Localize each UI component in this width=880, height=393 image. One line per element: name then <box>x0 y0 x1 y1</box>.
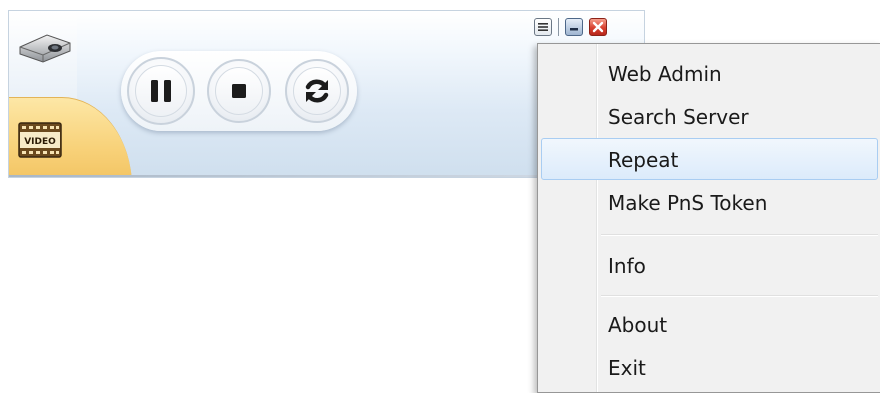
pause-button[interactable] <box>127 57 195 125</box>
context-menu: Web Admin Search Server Repeat Make PnS … <box>537 43 880 393</box>
menu-item-about[interactable]: About <box>541 303 878 345</box>
titlebar-divider <box>558 18 559 36</box>
menu-separator <box>601 295 878 297</box>
window-controls <box>534 16 607 38</box>
video-badge-text: VIDEO <box>24 137 56 147</box>
menu-item-make-pns-token[interactable]: Make PnS Token <box>541 181 878 223</box>
stop-icon <box>232 84 246 98</box>
minimize-button[interactable] <box>565 18 583 36</box>
menu-separator <box>601 234 878 236</box>
close-button[interactable] <box>589 18 607 36</box>
playback-controls <box>121 51 357 131</box>
menu-item-web-admin[interactable]: Web Admin <box>541 52 878 94</box>
stop-button[interactable] <box>207 59 271 123</box>
video-icon[interactable]: VIDEO <box>17 119 63 161</box>
minimize-icon <box>570 28 578 31</box>
menu-icon <box>538 23 548 31</box>
menu-item-exit[interactable]: Exit <box>541 346 878 388</box>
projector-icon[interactable] <box>17 29 73 65</box>
menu-item-info[interactable]: Info <box>541 244 878 286</box>
close-icon <box>592 21 604 33</box>
menu-item-search-server[interactable]: Search Server <box>541 95 878 137</box>
repeat-button[interactable] <box>285 59 349 123</box>
pause-icon <box>151 80 171 102</box>
repeat-icon <box>305 79 329 103</box>
menu-item-repeat[interactable]: Repeat <box>541 138 878 180</box>
menu-button[interactable] <box>534 18 552 36</box>
